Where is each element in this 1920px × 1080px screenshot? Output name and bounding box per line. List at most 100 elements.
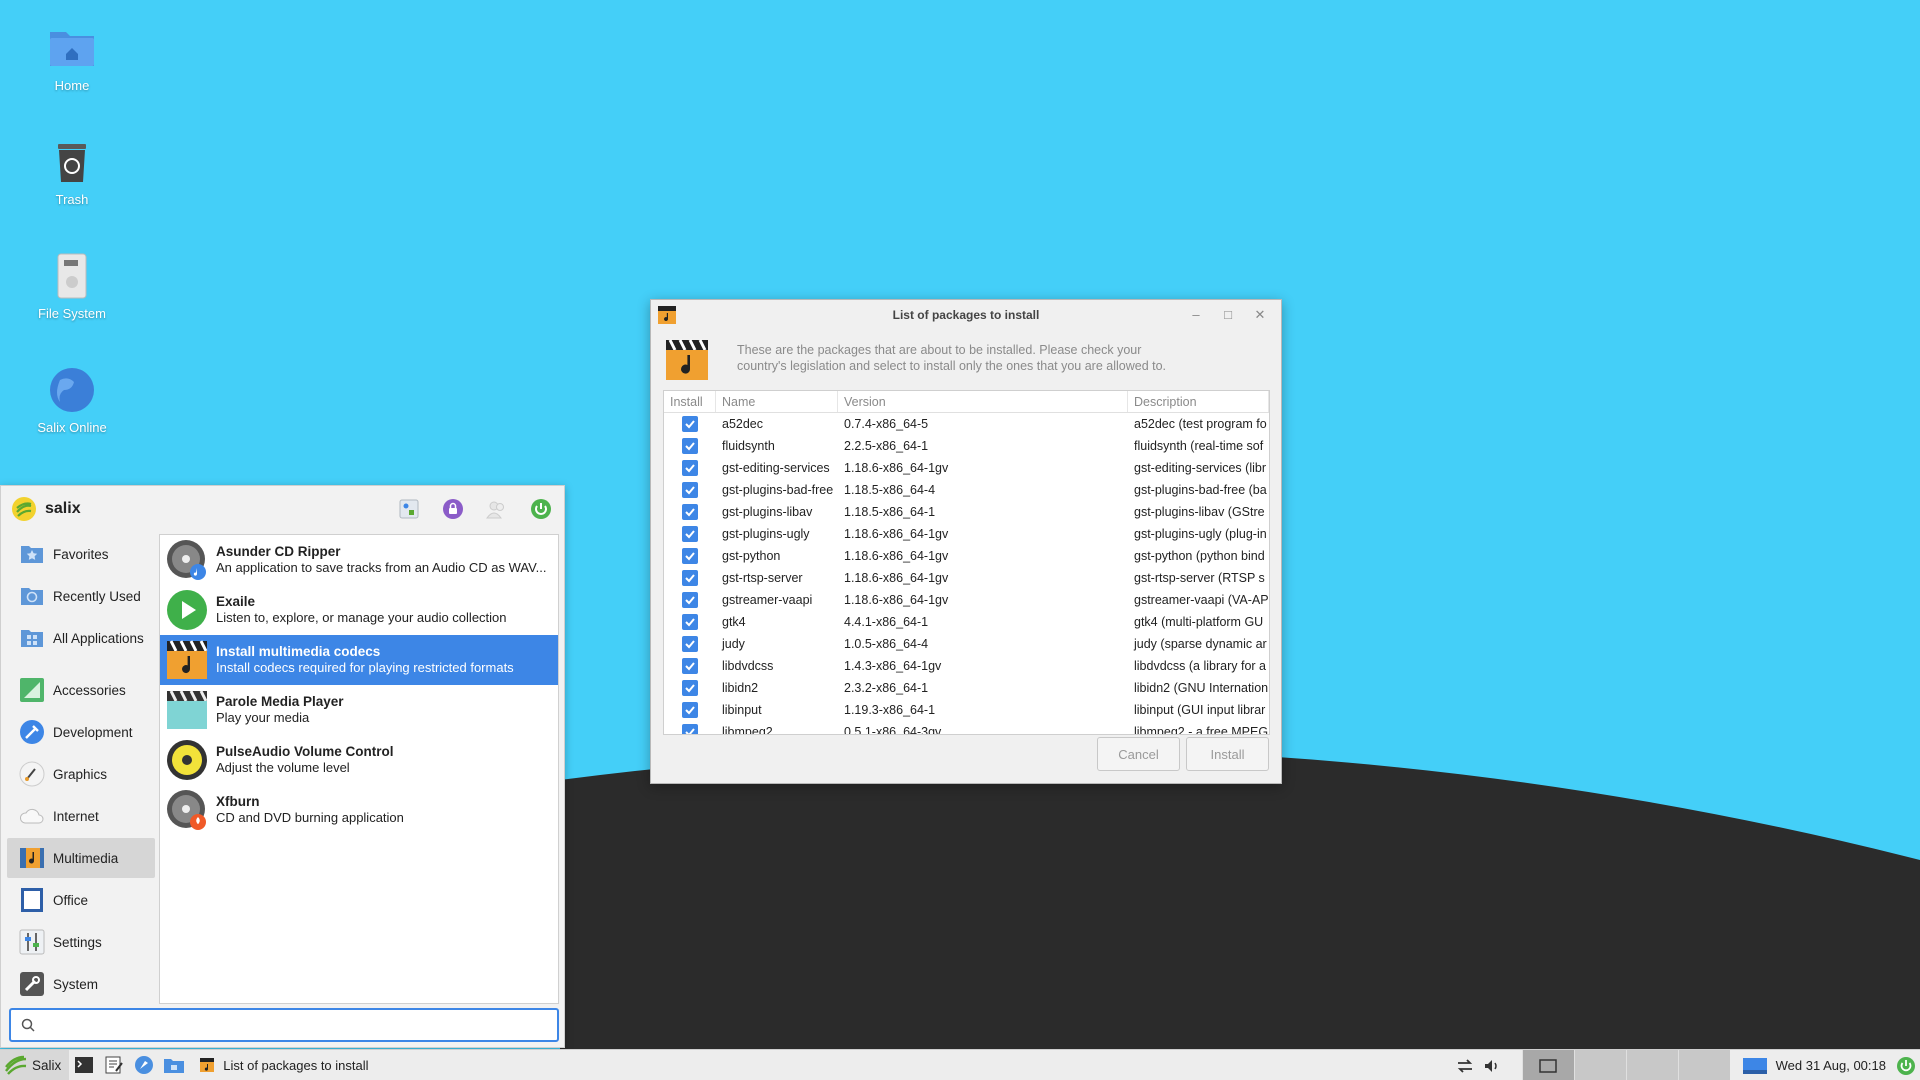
category-favorites[interactable]: Favorites (7, 534, 155, 574)
table-row[interactable]: libdvdcss 1.4.3-x86_64-1gv libdvdcss (a li… (664, 655, 1269, 677)
clock[interactable]: Wed 31 Aug, 00:18 (1776, 1058, 1886, 1073)
package-name: fluidsynth (722, 439, 775, 453)
codecs-task-icon (200, 1058, 215, 1072)
table-row[interactable]: fluidsynth 2.2.5-x86_64-1 fluidsynth (real… (664, 435, 1269, 457)
editor-launcher[interactable] (99, 1050, 129, 1080)
category-multimedia[interactable]: Multimedia (7, 838, 155, 878)
cancel-button[interactable]: Cancel (1097, 737, 1180, 771)
install-checkbox[interactable] (682, 658, 698, 674)
terminal-launcher[interactable] (69, 1050, 99, 1080)
table-row[interactable]: judy 1.0.5-x86_64-4 judy (sparse dynamic a… (664, 633, 1269, 655)
category-recently-used[interactable]: Recently Used (7, 576, 155, 616)
power-icon[interactable] (1896, 1056, 1916, 1076)
table-row[interactable]: libidn2 2.3.2-x86_64-1 libidn2 (GNU Intern… (664, 677, 1269, 699)
development-icon (20, 720, 44, 744)
category-settings[interactable]: Settings (7, 922, 155, 962)
table-row[interactable]: libmpeg2 0.5.1-x86_64-3gv libmpeg2 - a fre… (664, 721, 1269, 735)
package-version: 1.18.6-x86_64-1gv (844, 571, 949, 585)
browser-launcher[interactable] (129, 1050, 159, 1080)
workspace-2[interactable] (1573, 1050, 1626, 1080)
table-row[interactable]: gst-plugins-libav 1.18.5-x86_64-1 gst-plug… (664, 501, 1269, 523)
app-install-codecs[interactable]: Install multimedia codecs Install codecs … (160, 635, 558, 685)
category-office[interactable]: Office (7, 880, 155, 920)
menu-button[interactable]: Salix (0, 1049, 70, 1080)
column-version[interactable]: Version (838, 391, 1128, 412)
table-row[interactable]: gst-plugins-bad-free 1.18.5-x86_64-4 gst-p… (664, 479, 1269, 501)
checkmark-icon (685, 706, 695, 715)
app-xfburn[interactable]: Xfburn CD and DVD burning application (160, 785, 558, 835)
table-row[interactable]: gst-python 1.18.6-x86_64-1gv gst-python (p… (664, 545, 1269, 567)
package-version: 1.18.6-x86_64-1gv (844, 549, 949, 563)
checkmark-icon (685, 442, 695, 451)
package-version: 0.5.1-x86_64-3gv (844, 725, 942, 735)
dialog-titlebar[interactable]: List of packages to install – □ ✕ (651, 300, 1281, 330)
checkmark-icon (685, 662, 695, 671)
package-name: libmpeg2 (722, 725, 773, 735)
install-checkbox[interactable] (682, 570, 698, 586)
table-row[interactable]: gtk4 4.4.1-x86_64-1 gtk4 (multi-platform G… (664, 611, 1269, 633)
install-checkbox[interactable] (682, 416, 698, 432)
install-checkbox[interactable] (682, 482, 698, 498)
table-row[interactable]: gst-plugins-ugly 1.18.6-x86_64-1gv gst-plu… (664, 523, 1269, 545)
menu-search-field[interactable] (9, 1008, 559, 1042)
package-description: gst-editing-services (libr (1134, 461, 1266, 475)
category-development[interactable]: Development (7, 712, 155, 752)
install-checkbox[interactable] (682, 592, 698, 608)
lock-screen-icon[interactable] (440, 496, 466, 522)
hard-drive-icon (57, 253, 87, 299)
logout-icon[interactable] (528, 496, 554, 522)
category-system[interactable]: System (7, 964, 155, 1004)
package-description: gst-plugins-bad-free (ba (1134, 483, 1267, 497)
workspace-1[interactable] (1521, 1050, 1574, 1080)
show-desktop-icon[interactable] (1742, 1057, 1768, 1075)
workspace-4[interactable] (1677, 1050, 1730, 1080)
column-description[interactable]: Description (1128, 391, 1269, 412)
column-install[interactable]: Install (664, 391, 716, 412)
package-name: gtk4 (722, 615, 746, 629)
desktop-icon-trash[interactable]: Trash (17, 136, 127, 207)
minimize-button[interactable]: – (1187, 306, 1205, 324)
switch-user-icon[interactable] (484, 496, 510, 522)
install-checkbox[interactable] (682, 526, 698, 542)
table-row[interactable]: gst-editing-services 1.18.6-x86_64-1gv gst… (664, 457, 1269, 479)
file-manager-launcher[interactable] (159, 1050, 189, 1080)
desktop-icon-salix-online[interactable]: Salix Online (17, 364, 127, 435)
category-all-applications[interactable]: All Applications (7, 618, 155, 658)
checkmark-icon (685, 552, 695, 561)
taskbar-window-button[interactable]: List of packages to install (199, 1057, 369, 1073)
maximize-button[interactable]: □ (1219, 306, 1237, 324)
install-checkbox[interactable] (682, 680, 698, 696)
column-name[interactable]: Name (716, 391, 838, 412)
install-checkbox[interactable] (682, 702, 698, 718)
app-pulseaudio[interactable]: PulseAudio Volume Control Adjust the volu… (160, 735, 558, 785)
desktop-icon-filesystem[interactable]: File System (17, 250, 127, 321)
install-checkbox[interactable] (682, 504, 698, 520)
package-description: gst-python (python bind (1134, 549, 1265, 563)
table-row[interactable]: gst-rtsp-server 1.18.6-x86_64-1gv gst-rtsp… (664, 567, 1269, 589)
desktop-icon-home[interactable]: Home (17, 22, 127, 93)
workspace-3[interactable] (1625, 1050, 1678, 1080)
network-icon[interactable] (1454, 1056, 1476, 1076)
table-row[interactable]: libinput 1.19.3-x86_64-1 libinput (GUI inp… (664, 699, 1269, 721)
search-input[interactable] (41, 1017, 557, 1033)
volume-icon[interactable] (1482, 1056, 1502, 1076)
app-exaile[interactable]: Exaile Listen to, explore, or manage your… (160, 585, 558, 635)
app-parole[interactable]: Parole Media Player Play your media (160, 685, 558, 735)
package-version: 1.18.6-x86_64-1gv (844, 461, 949, 475)
install-checkbox[interactable] (682, 548, 698, 564)
install-checkbox[interactable] (682, 636, 698, 652)
install-button[interactable]: Install (1186, 737, 1269, 771)
install-checkbox[interactable] (682, 724, 698, 734)
close-button[interactable]: ✕ (1251, 306, 1269, 324)
settings-manager-icon[interactable] (396, 496, 422, 522)
install-checkbox[interactable] (682, 460, 698, 476)
install-checkbox[interactable] (682, 438, 698, 454)
category-accessories[interactable]: Accessories (7, 670, 155, 710)
install-checkbox[interactable] (682, 614, 698, 630)
package-name: a52dec (722, 417, 764, 431)
table-row[interactable]: gstreamer-vaapi 1.18.6-x86_64-1gv gstreame… (664, 589, 1269, 611)
category-graphics[interactable]: Graphics (7, 754, 155, 794)
category-internet[interactable]: Internet (7, 796, 155, 836)
table-row[interactable]: a52dec 0.7.4-x86_64-5 a52dec (test program… (664, 413, 1269, 435)
app-asunder[interactable]: Asunder CD Ripper An application to save … (160, 535, 558, 585)
